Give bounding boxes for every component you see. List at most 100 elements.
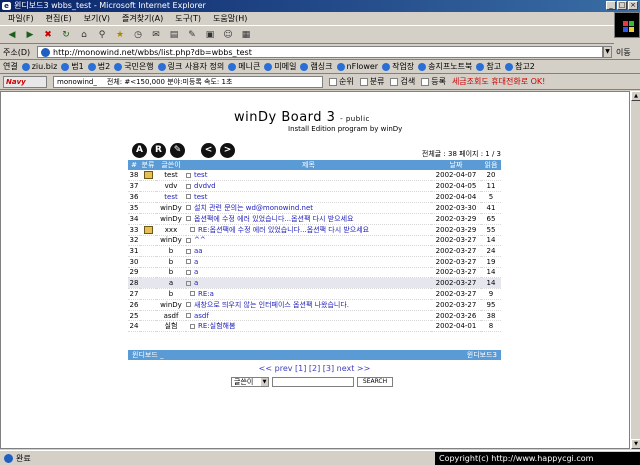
maximize-button[interactable]: □ bbox=[617, 1, 627, 10]
row-writer[interactable]: b bbox=[156, 267, 186, 279]
scroll-down-button[interactable]: ▼ bbox=[631, 439, 640, 449]
link-item[interactable]: 램싱크 bbox=[300, 61, 333, 72]
table-row[interactable]: 33 xxx RE:옵션팩에 수정 에러 있었습니다...옵션팩 다시 받으세요 20… bbox=[128, 224, 501, 236]
row-subject[interactable]: test bbox=[186, 191, 431, 203]
print-icon[interactable]: ▤ bbox=[168, 29, 180, 41]
search-input[interactable] bbox=[272, 377, 354, 387]
search-field-select[interactable]: 글쓴이 ▼ bbox=[231, 377, 269, 387]
row-subject[interactable]: a bbox=[186, 267, 431, 279]
navy-ad-link[interactable]: 세금조회도 휴대전화로 OK! bbox=[452, 76, 545, 87]
minimize-button[interactable]: _ bbox=[606, 1, 616, 10]
row-subject[interactable]: a bbox=[186, 277, 431, 289]
row-writer[interactable]: b bbox=[156, 288, 186, 300]
link-item[interactable]: 참고 bbox=[476, 61, 501, 72]
admin-icon[interactable]: A bbox=[132, 143, 147, 158]
row-writer[interactable]: a bbox=[156, 277, 186, 289]
row-writer[interactable]: winDy bbox=[156, 202, 186, 214]
row-writer[interactable]: vdv bbox=[156, 180, 186, 192]
refresh-icon[interactable]: ↻ bbox=[60, 29, 72, 41]
menu-favorites[interactable]: 즐겨찾기(A) bbox=[122, 13, 163, 24]
link-item[interactable]: nFlower bbox=[336, 62, 378, 71]
menu-help[interactable]: 도움말(H) bbox=[213, 13, 247, 24]
row-writer[interactable]: b bbox=[156, 256, 186, 268]
row-writer[interactable]: winDy bbox=[156, 299, 186, 311]
link-item[interactable]: 송지프노트북 bbox=[418, 61, 472, 72]
table-row[interactable]: 35 winDy 설치 관련 문의는 wd@monowind.net 2002-03-… bbox=[128, 202, 501, 214]
table-row[interactable]: 36 test test 2002-04-04 5 bbox=[128, 191, 501, 203]
reload-icon[interactable]: R bbox=[151, 143, 166, 158]
go-button[interactable]: 이동 bbox=[616, 47, 631, 58]
table-row[interactable]: 27 b RE:a 2002-03-27 9 bbox=[128, 288, 501, 300]
search-icon[interactable]: ⚲ bbox=[96, 29, 108, 41]
menu-tools[interactable]: 도구(T) bbox=[175, 13, 201, 24]
row-subject[interactable]: 새창으로 띄우지 않는 인터페이스 옵션팩 나왔습니다. bbox=[186, 299, 431, 311]
navy-register-button[interactable]: 등록 bbox=[421, 76, 446, 87]
row-subject[interactable]: RE:옵션팩에 수정 에러 있었습니다...옵션팩 다시 받으세요 bbox=[186, 224, 431, 236]
link-item[interactable]: 법1 bbox=[61, 61, 84, 72]
link-item[interactable]: 법2 bbox=[87, 61, 110, 72]
menu-view[interactable]: 보기(V) bbox=[84, 13, 110, 24]
address-input[interactable]: http://monowind.net/wbbs/list.php?db=wbb… bbox=[37, 46, 603, 58]
stop-icon[interactable]: ✖ bbox=[42, 29, 54, 41]
discuss-icon[interactable]: ▣ bbox=[204, 29, 216, 41]
row-writer[interactable]: test bbox=[156, 191, 186, 203]
table-row[interactable]: 29 b a 2002-03-27 14 bbox=[128, 267, 501, 279]
home-icon[interactable]: ⌂ bbox=[78, 29, 90, 41]
row-subject[interactable]: dvdvd bbox=[186, 180, 431, 192]
favorites-icon[interactable]: ★ bbox=[114, 29, 126, 41]
scroll-up-button[interactable]: ▲ bbox=[631, 91, 640, 101]
row-writer[interactable]: winDy bbox=[156, 213, 186, 225]
link-item[interactable]: 참고2 bbox=[505, 61, 535, 72]
link-item[interactable]: 국민은행 bbox=[114, 61, 154, 72]
messenger-icon[interactable]: ☺ bbox=[222, 29, 234, 41]
row-subject[interactable]: 옵션팩에 수정 에러 있었습니다...옵션팩 다시 받으세요 bbox=[186, 213, 431, 225]
write-icon[interactable]: ✎ bbox=[170, 143, 185, 158]
table-row[interactable]: 34 winDy 옵션팩에 수정 에러 있었습니다...옵션팩 다시 받으세요 200… bbox=[128, 213, 501, 225]
row-writer[interactable]: b bbox=[156, 245, 186, 257]
close-button[interactable]: × bbox=[628, 1, 638, 10]
navy-category-button[interactable]: 분류 bbox=[359, 76, 384, 87]
table-row[interactable]: 26 winDy 새창으로 띄우지 않는 인터페이스 옵션팩 나왔습니다. 2002-… bbox=[128, 299, 501, 311]
row-writer[interactable]: winDy bbox=[156, 235, 186, 247]
research-icon[interactable]: ▦ bbox=[240, 29, 252, 41]
row-subject[interactable]: aa bbox=[186, 245, 431, 257]
link-item[interactable]: 작업장 bbox=[382, 61, 414, 72]
row-subject[interactable]: ^^ bbox=[186, 235, 431, 247]
pagination[interactable]: << prev [1] [2] [3] next >> bbox=[128, 364, 501, 373]
search-button[interactable]: SEARCH bbox=[357, 377, 393, 387]
row-subject[interactable]: asdf bbox=[186, 310, 431, 322]
row-subject[interactable]: test bbox=[186, 170, 431, 182]
row-subject[interactable]: RE:실험해봄 bbox=[186, 320, 431, 333]
table-row[interactable]: 24 실험 RE:실험해봄 2002-04-01 8 bbox=[128, 320, 501, 333]
row-subject[interactable]: 설치 관련 문의는 wd@monowind.net bbox=[186, 202, 431, 214]
table-row[interactable]: 32 winDy ^^ 2002-03-27 14 bbox=[128, 235, 501, 247]
history-icon[interactable]: ◷ bbox=[132, 29, 144, 41]
table-row[interactable]: 31 b aa 2002-03-27 24 bbox=[128, 245, 501, 257]
table-row[interactable]: 28 a a 2002-03-27 14 bbox=[128, 277, 501, 289]
row-writer[interactable]: test bbox=[156, 170, 186, 182]
menu-file[interactable]: 파일(F) bbox=[8, 13, 34, 24]
table-row[interactable]: 25 asdf asdf 2002-03-26 38 bbox=[128, 310, 501, 322]
row-writer[interactable]: 실험 bbox=[156, 320, 186, 333]
edit-icon[interactable]: ✎ bbox=[186, 29, 198, 41]
navy-search-input[interactable]: monowind_ 전체: #<150,000 분야:미등록 속도: 1초 bbox=[53, 75, 323, 88]
next-page-icon[interactable]: > bbox=[220, 143, 235, 158]
row-writer[interactable]: asdf bbox=[156, 310, 186, 322]
navy-rank-button[interactable]: 순위 bbox=[329, 76, 354, 87]
link-item[interactable]: 미메일 bbox=[264, 61, 296, 72]
forward-icon[interactable]: ▶ bbox=[24, 29, 36, 41]
row-writer[interactable]: xxx bbox=[156, 224, 186, 236]
prev-page-icon[interactable]: < bbox=[201, 143, 216, 158]
table-row[interactable]: 38 test test 2002-04-07 20 bbox=[128, 170, 501, 182]
vertical-scrollbar[interactable]: ▲ ▼ bbox=[630, 91, 640, 449]
address-dropdown[interactable]: ▼ bbox=[603, 46, 612, 58]
link-item[interactable]: 링크 사용자 정의 bbox=[157, 61, 224, 72]
row-subject[interactable]: a bbox=[186, 256, 431, 268]
row-subject[interactable]: RE:a bbox=[186, 288, 431, 300]
navy-search-button[interactable]: 검색 bbox=[390, 76, 415, 87]
link-item[interactable]: ziu.biz bbox=[21, 62, 57, 71]
table-row[interactable]: 30 b a 2002-03-27 19 bbox=[128, 256, 501, 268]
link-item[interactable]: 메니큰 bbox=[228, 61, 260, 72]
table-row[interactable]: 37 vdv dvdvd 2002-04-05 11 bbox=[128, 180, 501, 192]
mail-icon[interactable]: ✉ bbox=[150, 29, 162, 41]
